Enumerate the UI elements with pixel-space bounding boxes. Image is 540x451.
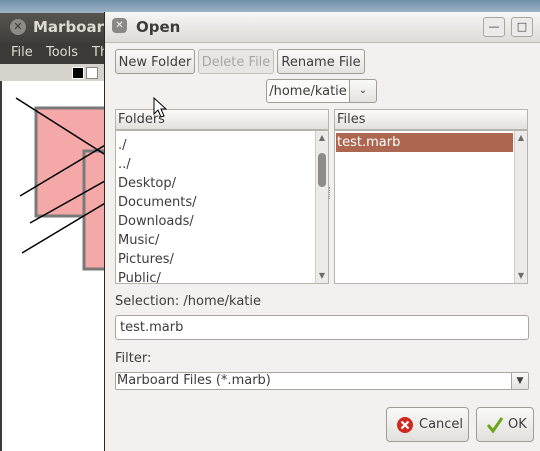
new-folder-button[interactable]: New Folder: [115, 49, 195, 74]
folders-scrollbar[interactable]: ▲ ▼: [315, 131, 328, 283]
folders-column-header[interactable]: Folders: [115, 109, 329, 130]
files-list[interactable]: test.marb ▲ ▼: [334, 130, 528, 284]
menu-tools[interactable]: Tools: [46, 45, 78, 60]
selection-label: Selection: /home/katie: [115, 294, 262, 309]
filter-label: Filter:: [115, 351, 152, 366]
cancel-label: Cancel: [419, 417, 464, 432]
filter-select[interactable]: Marboard Files (*.marb) ▼: [115, 372, 529, 390]
background-menubar: File Tools Th: [0, 43, 120, 64]
folder-item[interactable]: ../: [117, 155, 131, 174]
folder-item[interactable]: Pictures/: [117, 250, 174, 269]
background-app-title: Marboard: [33, 18, 115, 36]
folder-item[interactable]: Downloads/: [117, 212, 194, 231]
file-item-selected[interactable]: test.marb: [336, 133, 513, 152]
folder-item[interactable]: Desktop/: [117, 174, 176, 193]
rename-file-button[interactable]: Rename File: [277, 49, 365, 74]
ok-checkmark-icon: [486, 417, 504, 434]
background-close-icon[interactable]: ✕: [10, 19, 26, 35]
folder-item[interactable]: ./: [117, 136, 127, 155]
files-column-header[interactable]: Files: [334, 109, 528, 130]
folder-item[interactable]: Public/: [117, 269, 161, 283]
folder-item[interactable]: Music/: [117, 231, 159, 250]
scroll-down-icon[interactable]: ▼: [515, 270, 527, 282]
scroll-down-icon[interactable]: ▼: [316, 270, 328, 282]
path-button[interactable]: /home/katie: [266, 79, 350, 103]
scroll-up-icon[interactable]: ▲: [316, 132, 328, 144]
path-dropdown-chevron-icon[interactable]: ⌄: [350, 79, 377, 103]
drawing-canvas[interactable]: [2, 81, 112, 451]
color-swatch-black[interactable]: [72, 67, 84, 79]
filter-selected-value: Marboard Files (*.marb): [117, 373, 271, 388]
minimize-icon[interactable]: —: [483, 17, 505, 37]
ok-button[interactable]: OK: [476, 407, 534, 442]
maximize-icon[interactable]: □: [511, 17, 533, 37]
cancel-icon: [397, 417, 413, 433]
ok-label: OK: [508, 417, 527, 432]
dialog-title: Open: [136, 18, 181, 36]
dialog-titlebar: ✕ Open — □: [105, 12, 540, 43]
folder-item[interactable]: Documents/: [117, 193, 197, 212]
scroll-up-icon[interactable]: ▲: [515, 132, 527, 144]
canvas-drawing: [15, 97, 112, 271]
delete-file-button[interactable]: Delete File: [198, 49, 274, 74]
menu-file[interactable]: File: [11, 45, 33, 60]
background-toolbar: [0, 64, 120, 81]
folders-scroll-thumb[interactable]: [318, 153, 326, 187]
folders-list[interactable]: ./ ../ Desktop/ Documents/ Downloads/ Mu…: [115, 130, 329, 284]
color-swatch-white[interactable]: [86, 67, 98, 79]
mouse-pointer-icon: [153, 97, 167, 118]
background-titlebar: ✕ Marboard: [0, 13, 120, 43]
filter-dropdown-arrow-icon[interactable]: ▼: [511, 373, 528, 389]
open-dialog: ✕ Open — □ New Folder Delete File Rename…: [104, 12, 540, 451]
selection-filename-input[interactable]: test.marb: [115, 315, 529, 340]
dialog-close-icon[interactable]: ✕: [112, 18, 127, 33]
files-scrollbar[interactable]: ▲ ▼: [514, 131, 527, 283]
cancel-button[interactable]: Cancel: [386, 407, 469, 442]
